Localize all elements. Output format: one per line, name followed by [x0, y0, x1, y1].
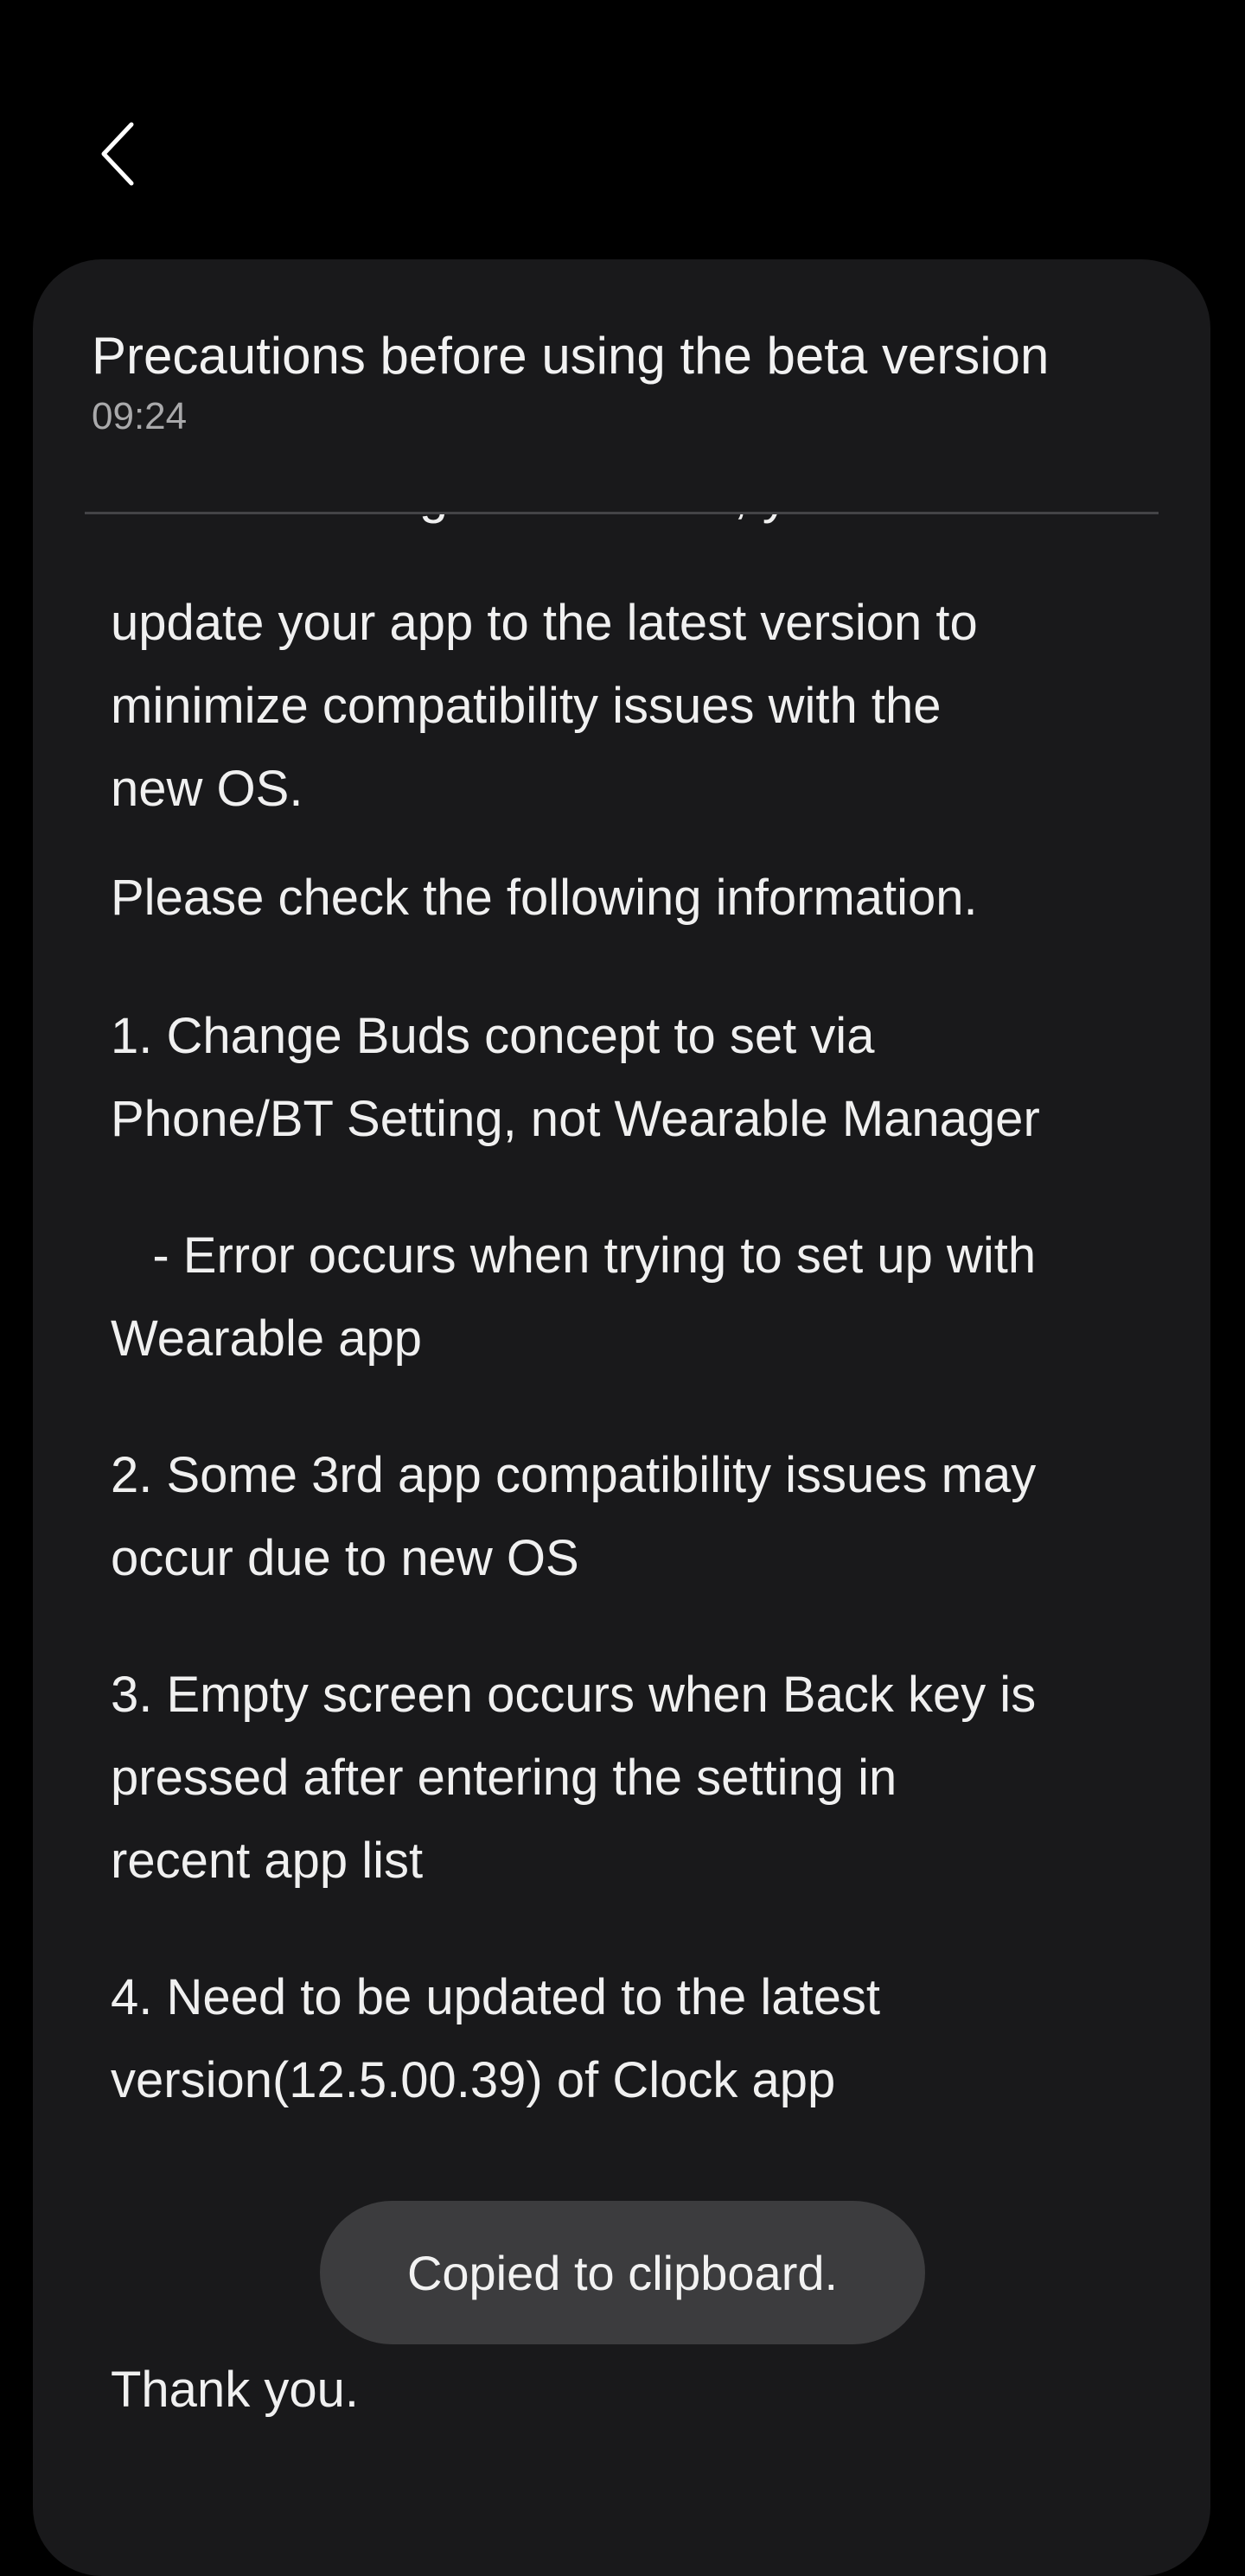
- body-paragraph: Thank you.: [111, 2362, 359, 2418]
- body-paragraph: update your app to the latest version to…: [111, 595, 978, 817]
- body-paragraph: Please check the following information.: [111, 870, 978, 926]
- clipboard-toast: Copied to clipboard.: [320, 2201, 925, 2344]
- body-paragraph: 3. Empty screen occurs when Back key is …: [111, 1667, 1037, 1889]
- chevron-left-icon: [97, 121, 138, 191]
- back-button[interactable]: [83, 112, 152, 199]
- body-paragraph: 1. Change Buds concept to set via Phone/…: [111, 1008, 1040, 1147]
- body-paragraph: 2. Some 3rd app compatibility issues may…: [111, 1447, 1037, 1586]
- clipped-text-line: …before using the new OS, you: [111, 514, 846, 537]
- body-paragraph: - Error occurs when trying to set up wit…: [111, 1227, 1037, 1367]
- message-header: Precautions before using the beta versio…: [92, 322, 1159, 441]
- body-paragraph: 4. Need to be updated to the latest vers…: [111, 1969, 880, 2108]
- message-time: 09:24: [92, 395, 188, 437]
- message-title: Precautions before using the beta versio…: [92, 327, 1050, 385]
